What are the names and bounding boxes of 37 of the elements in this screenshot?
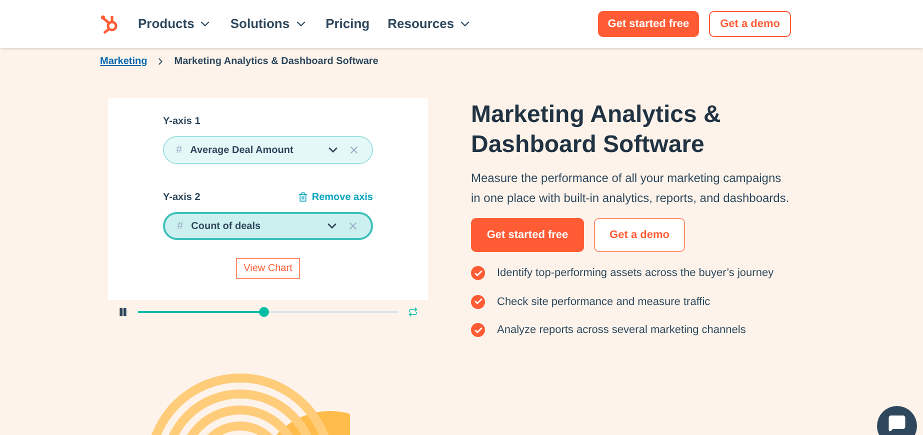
progress-thumb[interactable] (259, 307, 270, 317)
feature-text: Analyze reports across several marketing channels (497, 323, 746, 338)
check-icon (471, 294, 485, 309)
trash-icon (298, 192, 308, 202)
close-icon (348, 144, 360, 156)
hash-icon: # (176, 142, 182, 158)
nav-link[interactable]: Solutions (230, 14, 308, 34)
logo-icon[interactable] (100, 14, 120, 34)
select-value: Count of deals (191, 220, 262, 234)
repeat-icon[interactable] (408, 307, 418, 317)
nav-link[interactable]: Pricing (326, 14, 370, 34)
check-icon (471, 266, 485, 280)
hero-title: Marketing Analytics & Dashboard Software (471, 100, 722, 160)
select-value: Average Deal Amount (190, 144, 294, 158)
axis-label: Y-axis 1 (163, 114, 200, 128)
remove-axis-link[interactable]: Remove axis (298, 190, 373, 204)
hero-description: Measure the performance of all your marketing campaigns in one place with built-in analytics, reports, and dashboards. (471, 170, 790, 207)
breadcrumb-link[interactable]: Marketing (100, 54, 148, 68)
get-started-button[interactable]: Get started free (598, 11, 700, 37)
close-icon (347, 220, 359, 232)
nav-link[interactable]: Resources (388, 14, 472, 34)
demo-button[interactable]: Get a demo (594, 218, 685, 252)
breadcrumb-current: Marketing Analytics & Dashboard Software (174, 54, 378, 68)
feature-text: Check site performance and measure traffic (497, 294, 710, 310)
hash-icon: # (177, 218, 184, 234)
axis-label: Y-axis 2 (163, 190, 200, 204)
feature-text: Identify top-performing assets across the buyer’s journey (497, 266, 774, 281)
chat-icon (888, 414, 906, 432)
pause-icon[interactable] (118, 307, 128, 317)
chat-button[interactable] (877, 406, 917, 435)
view-chart-button[interactable]: View Chart (236, 258, 300, 279)
get-started-button[interactable]: Get started free (471, 218, 584, 252)
axis-select[interactable]: # Count of deals (163, 212, 373, 240)
check-icon (471, 323, 485, 338)
nav-link[interactable]: Products (138, 14, 212, 34)
demo-button[interactable]: Get a demo (709, 11, 791, 37)
axis-select[interactable]: # Average Deal Amount (163, 136, 373, 164)
